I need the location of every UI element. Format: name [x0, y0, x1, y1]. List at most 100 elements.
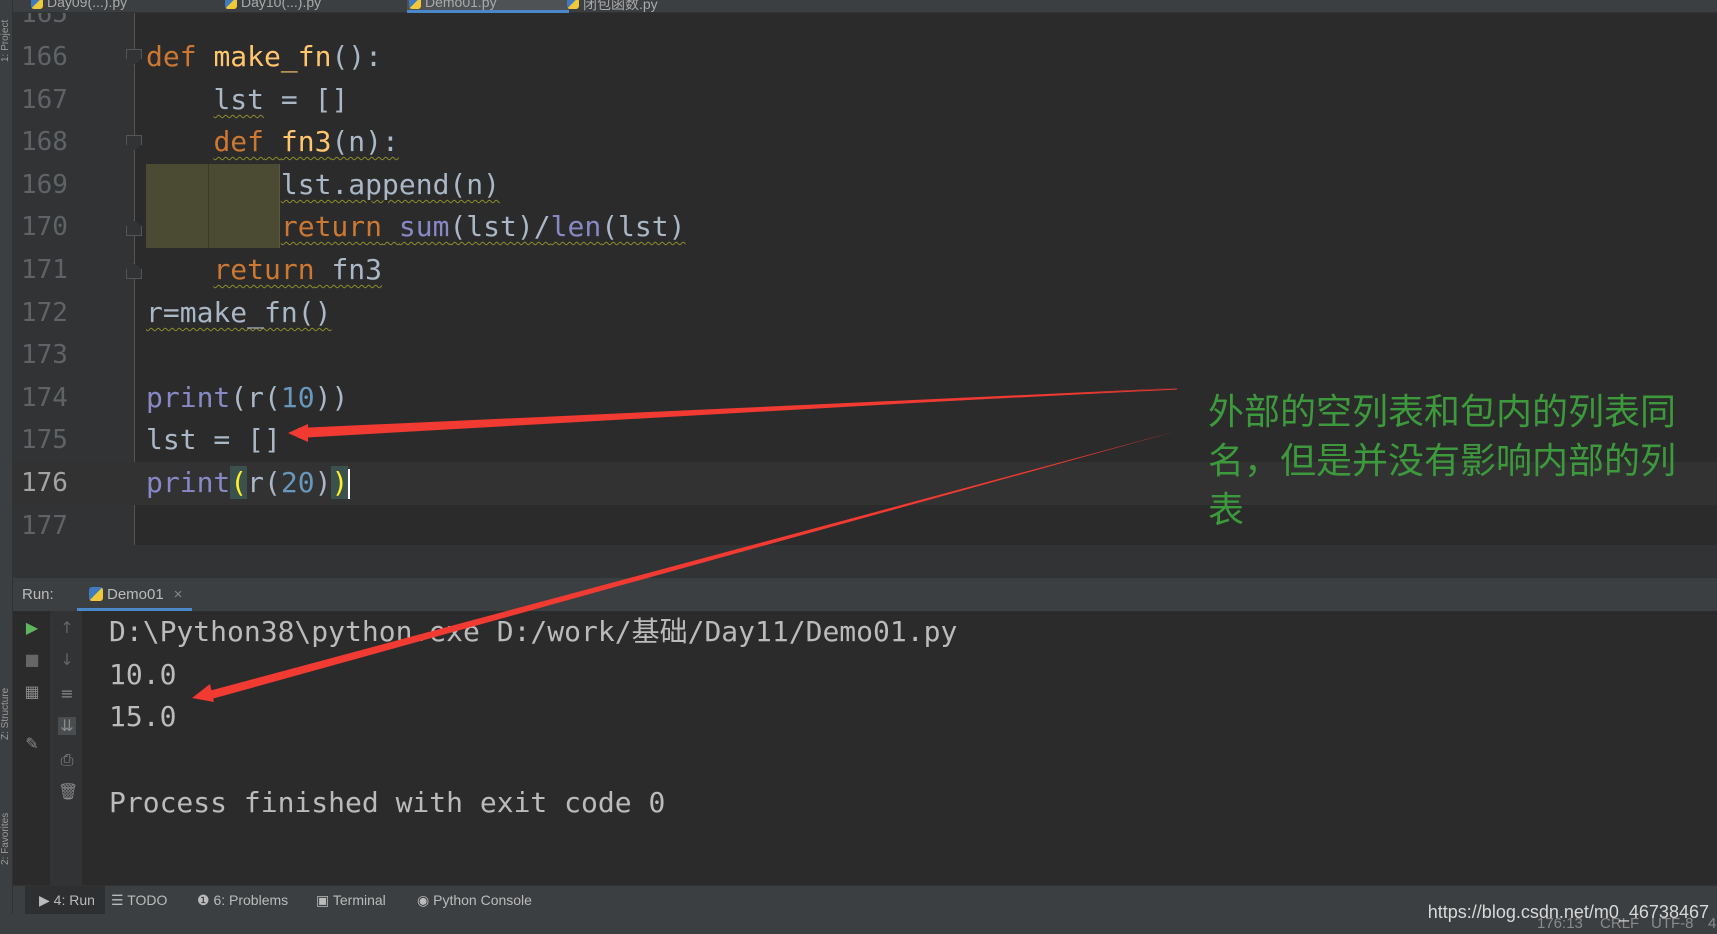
- todo-tool-button[interactable]: ☰ TODO: [111, 892, 167, 909]
- run-toolbar-left: ▶ ■ ▦ ✎: [15, 611, 47, 885]
- line-number: 165: [21, 13, 68, 29]
- python-file-icon: [31, 0, 43, 9]
- tab-label: 闭包函数.py: [583, 0, 658, 12]
- run-tab-demo01[interactable]: Demo01 ×: [77, 578, 193, 611]
- indent-setting[interactable]: 4: [1708, 915, 1716, 932]
- line-number: 172: [21, 298, 68, 328]
- code-text: )): [314, 381, 349, 414]
- annotation-text: 外部的空列表和包内的列表同名，但是并没有影响内部的列表: [1208, 392, 1677, 531]
- tool-label: Python Console: [433, 892, 532, 908]
- code-text: lst.append(n): [280, 168, 501, 201]
- console-line: D:\Python38\python.exe D:/work/基础/Day11/…: [109, 615, 958, 648]
- function-name: fn3: [280, 125, 332, 158]
- keyword: return: [213, 253, 315, 286]
- editor-tabs: Day09(...).py Day10(...).py Demo01.py 闭包…: [13, 0, 1717, 13]
- console-line: 10.0: [109, 658, 177, 691]
- trash-icon[interactable]: 🗑: [58, 783, 78, 801]
- pin-icon[interactable]: ✎: [23, 735, 41, 753]
- soft-wrap-icon[interactable]: ≡: [58, 685, 76, 703]
- code-line: 167 lst = []: [13, 79, 1717, 122]
- code-line: 165: [13, 13, 1717, 36]
- line-number: 167: [21, 85, 68, 115]
- line-number: 173: [21, 340, 68, 370]
- terminal-tool-button[interactable]: ▣ Terminal: [316, 892, 386, 909]
- tool-label: 6: Problems: [213, 892, 289, 908]
- keyword: return: [280, 210, 383, 243]
- tab-label: Demo01.py: [425, 0, 497, 10]
- tab-label: Day10(...).py: [241, 0, 322, 10]
- favorites-tool-button[interactable]: 2: Favorites: [0, 775, 13, 865]
- python-file-icon: [89, 587, 103, 601]
- code-text: lst: [213, 83, 265, 116]
- builtin: print: [146, 381, 231, 414]
- number: 20: [280, 466, 315, 499]
- line-number: 170: [21, 212, 68, 242]
- left-tool-strip: 1: Project Z: Structure 2: Favorites: [0, 0, 13, 934]
- code-text: = []: [264, 83, 349, 116]
- problems-tool-button[interactable]: ❶ 6: Problems: [197, 892, 288, 909]
- run-panel-header: Run: Demo01 ×: [13, 578, 1717, 611]
- code-line: 166 def make_fn():: [13, 36, 1717, 79]
- matched-brace: (: [230, 466, 248, 499]
- tool-label: 4: Run: [53, 892, 95, 908]
- run-tab-label: Demo01: [107, 586, 164, 603]
- code-text: lst = []: [146, 423, 281, 456]
- code-line: 168 def fn3(n):: [13, 121, 1717, 164]
- line-number: 174: [21, 383, 68, 413]
- watermark: https://blog.csdn.net/m0_46738467: [1427, 902, 1709, 922]
- line-number: 169: [21, 170, 68, 200]
- keyword: def: [146, 40, 197, 73]
- code-text: r=make_fn(): [146, 296, 332, 329]
- python-file-icon: [225, 0, 237, 9]
- code-line: 169 lst.append(n): [13, 164, 1717, 207]
- print-icon[interactable]: ⎙: [58, 751, 76, 769]
- code-text: (lst)/: [449, 210, 551, 243]
- line-number: 171: [21, 255, 68, 285]
- number: 10: [280, 381, 315, 414]
- rerun-icon[interactable]: ▶: [23, 619, 41, 637]
- console-line: Process finished with exit code 0: [109, 786, 666, 819]
- run-console[interactable]: ▶ ■ ▦ ✎ ↑ ↓ ≡ ⇊ ⎙ 🗑 D:\Python38\python.e…: [13, 611, 1717, 885]
- tab-day09[interactable]: Day09(...).py: [29, 0, 127, 13]
- editor-scroll-area: [13, 545, 1717, 578]
- matched-brace: ): [331, 466, 349, 499]
- tool-label: Terminal: [332, 892, 386, 908]
- code-text: fn3: [314, 253, 383, 286]
- scroll-to-end-icon[interactable]: ⇊: [58, 717, 76, 735]
- tab-day10[interactable]: Day10(...).py: [223, 0, 321, 13]
- tool-label: TODO: [127, 892, 168, 908]
- builtin: print: [146, 466, 231, 499]
- code-text: r(: [247, 466, 281, 499]
- layout-icon[interactable]: ▦: [23, 683, 41, 701]
- builtin: sum: [398, 210, 450, 243]
- run-toolbar-right: ↑ ↓ ≡ ⇊ ⎙ 🗑: [50, 611, 82, 885]
- up-arrow-icon[interactable]: ↑: [58, 619, 76, 637]
- tab-demo01[interactable]: Demo01.py: [407, 0, 569, 13]
- console-line: 15.0: [109, 700, 177, 733]
- function-name: make_fn: [213, 40, 332, 73]
- code-text: (r(: [230, 381, 281, 414]
- python-file-icon: [567, 0, 579, 9]
- structure-tool-button[interactable]: Z: Structure: [0, 650, 13, 740]
- down-arrow-icon[interactable]: ↓: [58, 651, 76, 669]
- project-tool-button[interactable]: 1: Project: [0, 2, 13, 62]
- text-caret: [348, 469, 351, 499]
- line-number: 175: [21, 425, 68, 455]
- close-icon[interactable]: ×: [174, 586, 183, 603]
- line-number: 177: [21, 511, 68, 541]
- python-file-icon: [409, 0, 421, 9]
- python-console-tool-button[interactable]: ◉ Python Console: [417, 892, 532, 909]
- code-text: (n):: [331, 125, 399, 158]
- code-text: ): [314, 466, 332, 499]
- tab-closure[interactable]: 闭包函数.py: [565, 0, 658, 13]
- code-line: 172 r=make_fn(): [13, 292, 1717, 335]
- run-label: Run:: [22, 586, 54, 603]
- line-number: 168: [21, 127, 68, 157]
- builtin: len: [550, 210, 602, 243]
- code-text: (lst): [601, 210, 686, 243]
- run-tool-button[interactable]: ▶ 4: Run: [25, 886, 105, 915]
- line-number: 176: [21, 468, 68, 498]
- stop-icon[interactable]: ■: [23, 651, 41, 669]
- keyword: def: [213, 125, 265, 158]
- code-line: 173: [13, 334, 1717, 377]
